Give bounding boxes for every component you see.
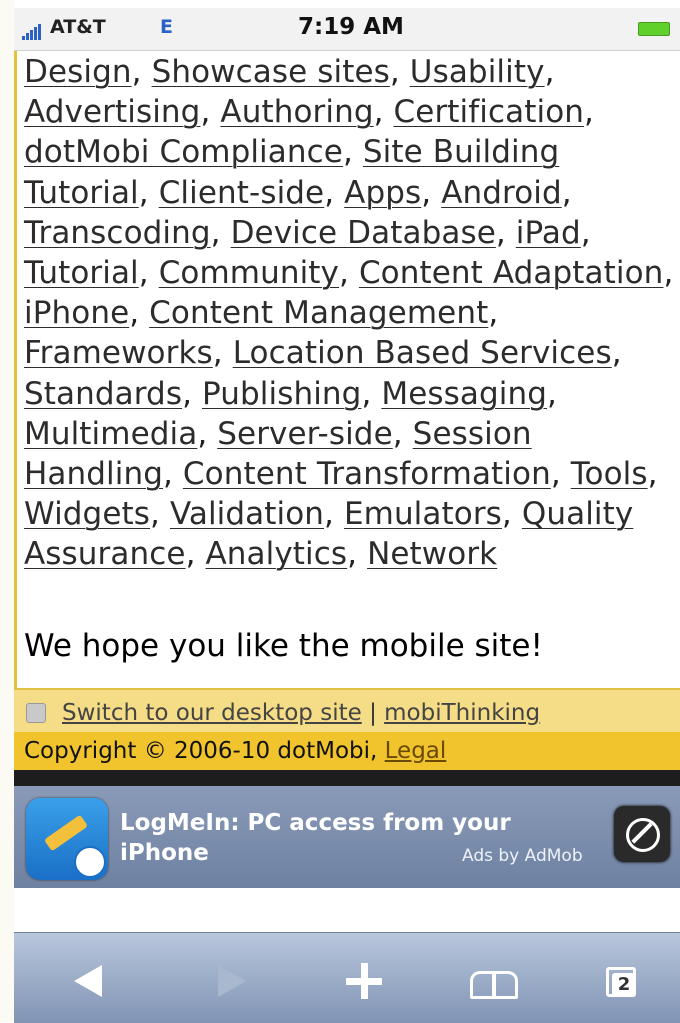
status-bar: AT&T E 7:19 AM xyxy=(14,8,680,51)
signal-icon xyxy=(22,21,42,40)
content-border xyxy=(14,48,17,688)
tag-link[interactable]: iPad xyxy=(516,215,581,251)
pages-icon[interactable]: 2 xyxy=(588,949,658,1009)
tag-link[interactable]: Frameworks xyxy=(24,335,213,371)
tag-link[interactable]: Location Based Services xyxy=(233,335,612,371)
tag-link[interactable]: Widgets xyxy=(24,496,150,532)
compass-icon[interactable] xyxy=(614,806,670,862)
tag-link[interactable]: Device Database xyxy=(231,215,496,251)
tag-link[interactable]: Design xyxy=(24,54,132,90)
tag-link[interactable]: Publishing xyxy=(202,376,361,412)
tag-link[interactable]: Standards xyxy=(24,376,182,412)
tag-link[interactable]: Usability xyxy=(410,54,545,90)
ad-attribution: Ads by AdMob xyxy=(462,846,583,866)
tag-link[interactable]: Network xyxy=(367,536,497,572)
tag-link[interactable]: Analytics xyxy=(205,536,347,572)
tag-link[interactable]: Content Adaptation xyxy=(359,255,664,291)
tag-link[interactable]: Server-side xyxy=(217,416,392,452)
tag-link[interactable]: Apps xyxy=(344,175,421,211)
tag-link[interactable]: Multimedia xyxy=(24,416,197,452)
pages-count: 2 xyxy=(612,973,636,997)
site-switch-bar: Switch to our desktop site | mobiThinkin… xyxy=(14,688,680,732)
welcome-message: We hope you like the mobile site! xyxy=(24,628,543,664)
divider xyxy=(14,770,680,786)
ad-title-line1: LogMeIn: PC access from your xyxy=(120,810,511,836)
blank-area xyxy=(14,888,680,932)
copyright-label: Copyright © 2006-10 dotMobi, xyxy=(24,738,378,764)
logmein-app-icon[interactable] xyxy=(26,798,108,880)
tag-link[interactable]: iPhone xyxy=(24,295,129,331)
link-separator: | xyxy=(369,700,377,726)
tag-link[interactable]: Advertising xyxy=(24,94,200,130)
tag-link[interactable]: Certification xyxy=(394,94,584,130)
tag-link[interactable]: Emulators xyxy=(344,496,502,532)
tag-link[interactable]: Messaging xyxy=(381,376,547,412)
page-margin xyxy=(0,0,14,1022)
forward-icon[interactable] xyxy=(200,949,270,1009)
browser-toolbar: 2 xyxy=(14,932,680,1023)
ad-title-line2: iPhone xyxy=(120,840,209,866)
tag-link[interactable]: Tools xyxy=(571,456,648,492)
tag-link[interactable]: Authoring xyxy=(220,94,373,130)
footer-links: Switch to our desktop site | mobiThinkin… xyxy=(62,700,540,726)
tag-link[interactable]: Tutorial xyxy=(24,255,139,291)
tag-link[interactable]: Showcase sites xyxy=(152,54,390,90)
network-indicator: E xyxy=(160,16,173,38)
bookmarks-icon[interactable] xyxy=(458,949,528,1009)
tag-link[interactable]: Client-side xyxy=(159,175,325,211)
carrier-label: AT&T xyxy=(50,16,106,38)
ad-banner[interactable]: LogMeIn: PC access from your iPhone Ads … xyxy=(14,786,680,888)
tag-link[interactable]: Android xyxy=(441,175,562,211)
legal-link[interactable]: Legal xyxy=(385,738,447,764)
desktop-site-link[interactable]: Switch to our desktop site xyxy=(62,700,362,726)
tag-link[interactable]: Content Management xyxy=(149,295,488,331)
tag-list: Design, Showcase sites, Usability, Adver… xyxy=(24,54,674,573)
back-icon[interactable] xyxy=(60,949,130,1009)
copyright-text: Copyright © 2006-10 dotMobi, Legal xyxy=(24,738,446,764)
ad-title[interactable]: LogMeIn: PC access from your iPhone xyxy=(120,808,511,868)
phone-icon xyxy=(26,703,46,723)
tag-link[interactable]: Community xyxy=(159,255,339,291)
tag-link[interactable]: Content Transformation xyxy=(183,456,551,492)
mobithinking-link[interactable]: mobiThinking xyxy=(384,700,540,726)
page-content: Design, Showcase sites, Usability, Adver… xyxy=(24,52,680,575)
clock: 7:19 AM xyxy=(298,14,404,40)
tag-link[interactable]: Transcoding xyxy=(24,215,211,251)
tag-link[interactable]: dotMobi Compliance xyxy=(24,134,343,170)
add-icon[interactable] xyxy=(332,949,402,1009)
battery-icon xyxy=(638,22,670,36)
copyright-bar: Copyright © 2006-10 dotMobi, Legal xyxy=(14,732,680,770)
tag-link[interactable]: Validation xyxy=(170,496,324,532)
